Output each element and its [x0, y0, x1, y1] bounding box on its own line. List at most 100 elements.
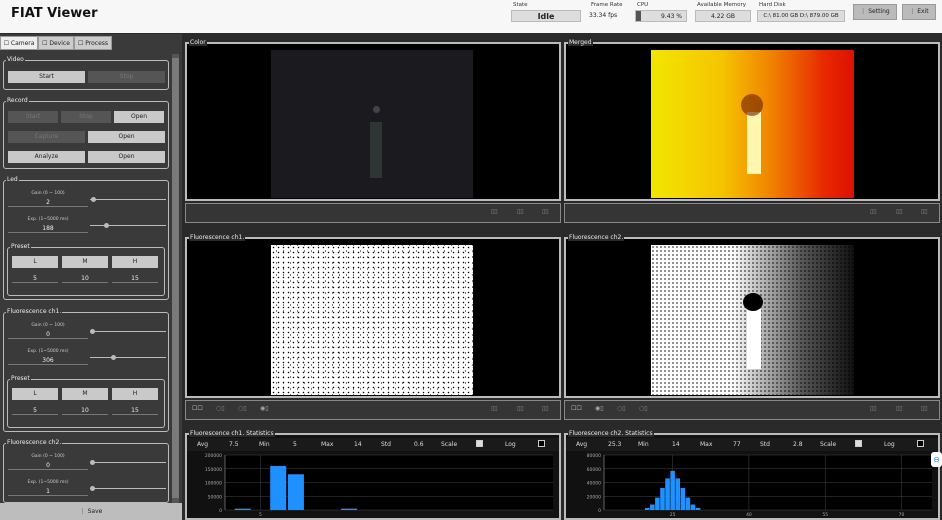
fl1-preset-h-button[interactable]: H	[112, 388, 158, 400]
fl2-hist-xtick-label: 40	[746, 512, 752, 518]
fl1-next-icon[interactable]: ▯▯	[542, 405, 549, 412]
memory-status: Available Memory 4.22 GB	[695, 2, 751, 27]
cpu-meter-fill	[636, 11, 641, 21]
fl1-hist-bar	[234, 508, 251, 510]
fluorescence-ch1-label: Fluorescence ch1.	[6, 308, 63, 315]
fl2-exp-slider[interactable]	[90, 486, 166, 491]
side-chat-icon[interactable]: ⊖	[931, 452, 942, 467]
fl2-gain-knob[interactable]	[90, 460, 95, 465]
fl2-max-label: Max	[700, 441, 713, 448]
color-view-title: Color	[189, 39, 207, 46]
analyze-button[interactable]: Analyze	[8, 151, 85, 163]
fl1-option-c-icon[interactable]: ◉▯	[260, 405, 269, 412]
fl1-exp-slider[interactable]	[90, 355, 166, 360]
fl2-hist-bar	[650, 504, 655, 510]
led-gain-value: 2	[8, 199, 88, 207]
fl1-scale-checkbox[interactable]	[476, 440, 483, 447]
disk-label: Hard Disk	[759, 2, 786, 8]
fl2-exp-value: 1	[8, 488, 88, 496]
fl2-hist-ytick-label: 60000	[587, 467, 601, 473]
led-exp-knob[interactable]	[104, 223, 110, 228]
tab-process[interactable]: ☐ Process	[74, 36, 112, 50]
color-object	[370, 122, 382, 178]
color-pause-icon[interactable]: ▯▯	[517, 208, 524, 215]
color-prev-icon[interactable]: ▯▯	[491, 208, 498, 215]
led-preset-group: Preset L M H 5 10 15	[7, 243, 165, 296]
led-exp-slider[interactable]	[90, 223, 166, 228]
merged-view-toolbar: ▯▯ ▯▯ ▯▯	[564, 203, 940, 223]
fl2-gain-label: Gain (0 ~ 100)	[31, 454, 65, 459]
fl2-next-icon[interactable]: ▯▯	[921, 405, 928, 412]
color-next-icon[interactable]: ▯▯	[542, 208, 549, 215]
fl2-scale-checkbox[interactable]	[855, 440, 862, 447]
save-button[interactable]: ⋮ Save	[0, 503, 182, 520]
fl1-gain-slider[interactable]	[90, 329, 166, 334]
panel-scrollbar-thumb[interactable]	[172, 58, 179, 498]
fl2-hist-xtick-label: 25	[670, 512, 676, 518]
merged-prev-icon[interactable]: ▯▯	[870, 208, 877, 215]
led-gain-knob[interactable]	[91, 197, 97, 202]
cpu-label: CPU	[637, 2, 649, 8]
fl2-pause-icon[interactable]: ▯▯	[896, 405, 903, 412]
led-preset-h-value: 15	[112, 275, 158, 283]
fl2-option-b-icon[interactable]: ○▯	[617, 405, 626, 412]
merged-next-icon[interactable]: ▯▯	[921, 208, 928, 215]
tab-camera[interactable]: ☐ Camera	[0, 36, 38, 50]
fl2-exp-knob[interactable]	[90, 486, 95, 491]
fl2-gain-slider[interactable]	[90, 460, 166, 465]
fl2-min-label: Min	[638, 441, 649, 448]
fl1-prev-icon[interactable]: ▯▯	[491, 405, 498, 412]
fl1-preset-m-button[interactable]: M	[62, 388, 108, 400]
fl1-preset-h-value: 15	[112, 407, 158, 415]
setting-label: Setting	[868, 8, 890, 15]
fl2-hist-xtick-label: 55	[822, 512, 828, 518]
fl1-preset-l-button[interactable]: L	[12, 388, 58, 400]
led-gain-slider[interactable]	[90, 197, 166, 202]
merged-pause-icon[interactable]: ▯▯	[896, 208, 903, 215]
fl1-pause-icon[interactable]: ▯▯	[517, 405, 524, 412]
fl2-object	[747, 309, 761, 369]
fl2-min-value: 14	[672, 441, 680, 448]
tab-device[interactable]: ☐ Device	[38, 36, 74, 50]
record-stop-button[interactable]: Stop	[61, 111, 111, 123]
fl1-gain-knob[interactable]	[90, 329, 95, 334]
memory-label: Available Memory	[697, 2, 747, 8]
exit-button[interactable]: ⋮ Exit	[902, 4, 936, 20]
fl1-option-b-icon[interactable]: ○▯	[238, 405, 247, 412]
fl1-exp-knob[interactable]	[111, 355, 117, 360]
led-preset-m-button[interactable]: M	[62, 256, 108, 268]
fl2-std-value: 2.8	[793, 441, 803, 448]
fl2-hist-bar	[655, 497, 660, 510]
fl2-option-a-icon[interactable]: ◉▯	[595, 405, 604, 412]
fl1-option-a-icon[interactable]: ○▯	[216, 405, 225, 412]
led-exp-value: 188	[8, 225, 88, 233]
merged-view-title: Merged	[568, 39, 593, 46]
setting-button[interactable]: ⋮ Setting	[853, 4, 897, 20]
fl1-preset-group: Preset L M H 5 10 15	[7, 375, 165, 428]
fl1-channel-icon[interactable]: ☐☐	[192, 405, 203, 412]
led-preset-l-button[interactable]: L	[12, 256, 58, 268]
frame-rate-value: 33.34 fps	[589, 12, 618, 19]
capture-open-button[interactable]: Open	[88, 131, 165, 143]
fl1-log-checkbox[interactable]	[538, 440, 545, 447]
fl2-histogram: 80000 60000 40000 20000 0 25 40 55 70	[587, 453, 932, 518]
fl2-hist-bar	[670, 470, 675, 510]
fl2-channel-icon[interactable]: ☐☐	[571, 405, 582, 412]
video-start-button[interactable]: Start	[8, 71, 85, 83]
capture-button[interactable]: Capture	[8, 131, 85, 143]
fl2-hist-bar	[660, 488, 665, 510]
record-start-button[interactable]: Start	[8, 111, 58, 123]
fl2-hist-bar	[665, 478, 670, 510]
merged-object-head	[741, 94, 763, 116]
led-preset-h-button[interactable]: H	[112, 256, 158, 268]
fl2-log-checkbox[interactable]	[917, 440, 924, 447]
led-group-label: Led	[6, 176, 19, 183]
video-stop-button[interactable]: Stop	[88, 71, 165, 83]
fl1-avg-value: 7.5	[229, 441, 239, 448]
fl2-option-c-icon[interactable]: ○▯	[639, 405, 648, 412]
record-open-button[interactable]: Open	[114, 111, 164, 123]
fl2-prev-icon[interactable]: ▯▯	[870, 405, 877, 412]
analyze-open-button[interactable]: Open	[88, 151, 165, 163]
fluorescence-ch1-group: Fluorescence ch1. Gain (0 ~ 100) 0 Exp. …	[3, 308, 169, 432]
color-object-head	[373, 106, 380, 113]
